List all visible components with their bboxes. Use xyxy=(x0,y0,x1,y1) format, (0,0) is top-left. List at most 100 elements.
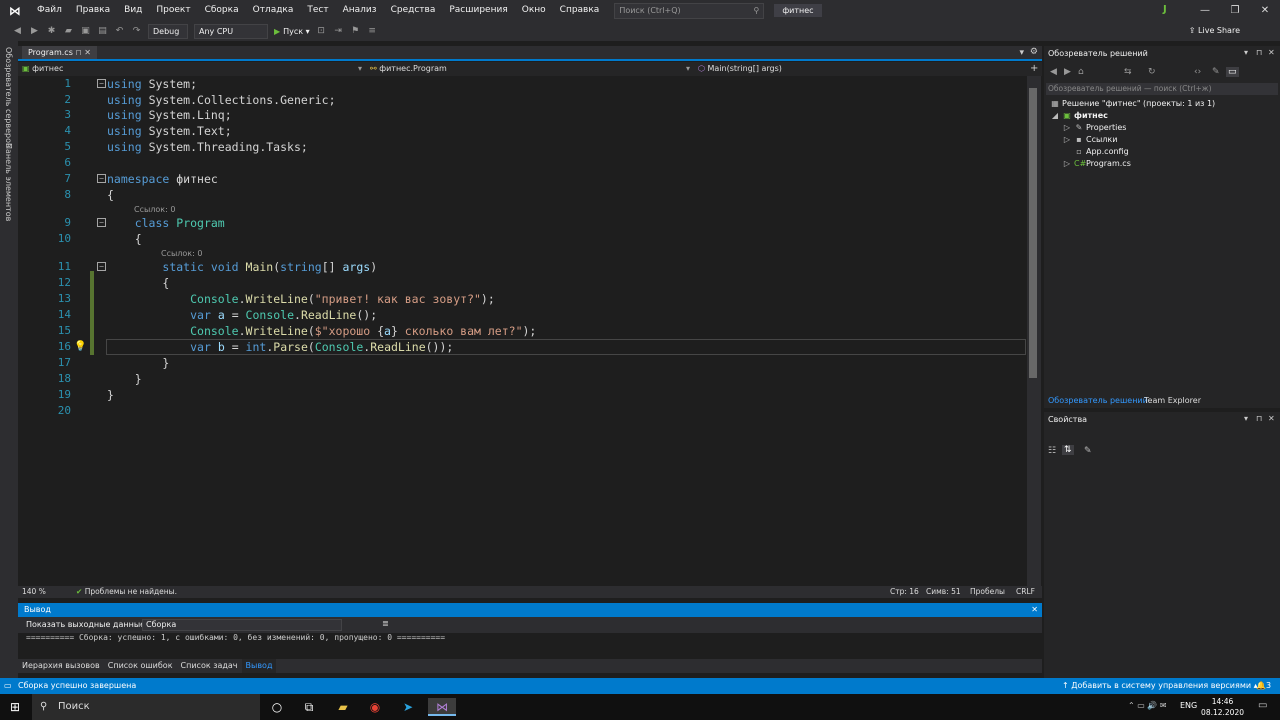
menu-analyze[interactable]: Анализ xyxy=(336,0,384,21)
solution-search-input[interactable]: Обозреватель решений — поиск (Ctrl+ж) xyxy=(1046,83,1278,95)
browser-icon[interactable]: ⊡ xyxy=(316,26,327,36)
output-close-icon[interactable]: ✕ xyxy=(1031,603,1038,617)
save-all-icon[interactable]: ▤ xyxy=(97,26,108,36)
clear-output-icon[interactable]: ≣ xyxy=(382,619,389,628)
tab-close-icon[interactable]: ✕ xyxy=(84,48,91,57)
tree-item-properties[interactable]: ▷ ✎ Properties xyxy=(1062,123,1127,132)
new-project-icon[interactable]: ✱ xyxy=(46,26,57,36)
redo-icon[interactable]: ↷ xyxy=(131,26,142,36)
categorized-icon[interactable]: ☷ xyxy=(1048,446,1056,456)
back-icon[interactable]: ◀ xyxy=(1050,67,1057,77)
notifications-badge[interactable]: 🔔3 xyxy=(1256,678,1271,694)
code-view-icon[interactable]: ‹› xyxy=(1194,67,1201,77)
split-add-icon[interactable]: + xyxy=(1030,63,1040,75)
tree-solution[interactable]: ▦ Решение "фитнес" (проекты: 1 из 1) xyxy=(1050,99,1215,108)
panel-menu-icon[interactable]: ▾ xyxy=(1244,414,1248,423)
settings-icon[interactable]: ⚙ xyxy=(1030,47,1038,57)
panel-menu-icon[interactable]: ▾ xyxy=(1244,48,1248,57)
forward-icon[interactable]: ▶ xyxy=(29,26,40,36)
member-dropdown[interactable]: ⬡ Main(string[] args) xyxy=(698,63,1018,75)
open-folder-icon[interactable]: ▰ xyxy=(63,26,74,36)
scrollbar-thumb[interactable] xyxy=(1029,88,1037,378)
search-input[interactable]: Поиск (Ctrl+Q) ⚲ xyxy=(614,2,765,19)
collapse-icon[interactable]: − xyxy=(97,262,106,271)
notification-center-icon[interactable]: ▭ xyxy=(1258,700,1267,711)
tree-item-app-config[interactable]: ▫ App.config xyxy=(1074,147,1128,156)
tray-icons[interactable]: ⌃ ▭ 🔊 ✉ xyxy=(1128,701,1167,710)
forward-icon[interactable]: ▶ xyxy=(1064,67,1071,77)
tab-call-hierarchy[interactable]: Иерархия вызовов xyxy=(18,659,104,673)
indent-mode[interactable]: Пробелы xyxy=(970,587,1005,596)
menu-tools[interactable]: Средства xyxy=(384,0,443,21)
tab-program-cs[interactable]: Program.cs ⊓ ✕ xyxy=(22,46,97,59)
editor-vertical-scrollbar[interactable] xyxy=(1027,76,1041,586)
menu-view[interactable]: Вид xyxy=(117,0,149,21)
panel-close-icon[interactable]: ✕ xyxy=(1268,48,1275,57)
server-explorer-tab[interactable]: Обозреватель серверов xyxy=(4,47,13,148)
output-source-dropdown[interactable]: Сборка xyxy=(142,619,342,631)
collapse-icon[interactable]: − xyxy=(97,79,106,88)
visual-studio-logo-icon[interactable]: ⋈ xyxy=(0,0,30,21)
undo-icon[interactable]: ↶ xyxy=(114,26,125,36)
back-icon[interactable]: ◀ xyxy=(12,26,23,36)
code-editor[interactable]: 💡 1− using System; 2 using System.Collecti… xyxy=(18,76,1027,586)
menu-edit[interactable]: Правка xyxy=(69,0,117,21)
file-explorer-icon[interactable]: ▰ xyxy=(334,698,352,716)
telegram-icon[interactable]: ➤ xyxy=(399,698,417,716)
menu-window[interactable]: Окно xyxy=(515,0,553,21)
platform-dropdown[interactable]: Any CPU xyxy=(194,23,268,39)
tab-solution-explorer[interactable]: Обозреватель решений xyxy=(1048,396,1148,405)
live-share-button[interactable]: ⇪ Live Share xyxy=(1189,26,1240,35)
sync-icon[interactable]: ⇆ xyxy=(1124,67,1132,77)
property-pages-icon[interactable]: ✎ xyxy=(1084,446,1092,456)
tree-item-references[interactable]: ▷ ▪ Ссылки xyxy=(1062,135,1118,144)
bookmark-icon[interactable]: ⚑ xyxy=(350,26,361,36)
menu-debug[interactable]: Отладка xyxy=(246,0,301,21)
minimize-icon[interactable]: — xyxy=(1190,0,1220,21)
add-source-control-button[interactable]: ↑ Добавить в систему управления версиями… xyxy=(1062,678,1258,694)
tab-error-list[interactable]: Список ошибок xyxy=(104,659,177,673)
alphabetical-icon[interactable]: ⇅ xyxy=(1062,445,1074,455)
clock[interactable]: 14:46 08.12.2020 xyxy=(1201,696,1244,718)
menu-project[interactable]: Проект xyxy=(149,0,197,21)
start-button[interactable]: ▶ Пуск ▾ xyxy=(274,27,310,36)
refresh-icon[interactable]: ↻ xyxy=(1148,67,1156,77)
menu-build[interactable]: Сборка xyxy=(198,0,246,21)
preview-icon[interactable]: ▭ xyxy=(1226,67,1239,77)
toolbox-tab[interactable]: Панель элементов xyxy=(4,143,13,221)
tab-list-icon[interactable]: ▾ xyxy=(1019,48,1024,58)
menu-test[interactable]: Тест xyxy=(300,0,335,21)
configuration-dropdown[interactable]: Debug xyxy=(148,23,188,39)
menu-file[interactable]: Файл xyxy=(30,0,69,21)
tab-output[interactable]: Вывод xyxy=(241,659,277,673)
panel-pin-icon[interactable]: ⊓ xyxy=(1256,48,1262,57)
maximize-icon[interactable]: ❐ xyxy=(1220,0,1250,21)
close-icon[interactable]: ✕ xyxy=(1250,0,1280,21)
taskbar-search-input[interactable]: ⚲ Поиск xyxy=(32,694,260,720)
tree-item-program-cs[interactable]: ▷ C#Program.cs xyxy=(1062,159,1131,168)
zoom-level[interactable]: 140 % xyxy=(22,587,46,596)
project-dropdown-arrow-icon[interactable]: ▾ xyxy=(358,63,366,75)
home-icon[interactable]: ⌂ xyxy=(1078,67,1084,77)
collapse-icon[interactable]: − xyxy=(97,218,106,227)
task-view-icon[interactable]: ⧉ xyxy=(300,698,318,716)
panel-close-icon[interactable]: ✕ xyxy=(1268,414,1275,423)
line-endings[interactable]: CRLF xyxy=(1016,587,1035,596)
step-icon[interactable]: ⇥ xyxy=(333,26,344,36)
project-dropdown[interactable]: ▣ фитнес xyxy=(22,63,362,75)
user-avatar[interactable]: J xyxy=(1163,4,1175,16)
class-dropdown[interactable]: ⚯ фитнес.Program xyxy=(370,63,690,75)
cortana-icon[interactable]: ○ xyxy=(268,698,286,716)
visual-studio-taskbar-icon[interactable]: ⋈ xyxy=(428,698,456,716)
problems-status[interactable]: ✔ Проблемы не найдены. xyxy=(76,587,177,596)
codelens-references[interactable]: Ссылок: 0 xyxy=(161,249,202,258)
tab-team-explorer[interactable]: Team Explorer xyxy=(1144,396,1201,405)
tree-project[interactable]: ◢ ▣ фитнес xyxy=(1050,111,1108,120)
chrome-icon[interactable]: ◉ xyxy=(366,698,384,716)
codelens-references[interactable]: Ссылок: 0 xyxy=(134,205,175,214)
comment-icon[interactable]: ≡ xyxy=(367,26,378,36)
menu-extensions[interactable]: Расширения xyxy=(442,0,514,21)
pin-icon[interactable]: ⊓ xyxy=(75,48,81,57)
windows-start-icon[interactable]: ⊞ xyxy=(6,698,24,716)
class-dropdown-arrow-icon[interactable]: ▾ xyxy=(686,63,694,75)
